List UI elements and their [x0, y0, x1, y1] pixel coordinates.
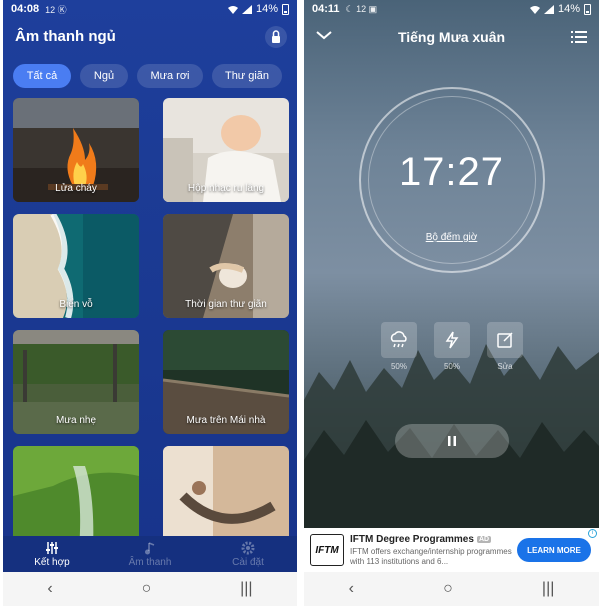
learn-more-button[interactable]: LEARN MORE [517, 538, 591, 562]
music-note-icon [145, 541, 155, 554]
sound-card-music-box[interactable]: Hộp nhạc ru lâng [163, 98, 289, 202]
status-notification-icons: 12 Ⓚ [45, 4, 67, 15]
status-time: 04:11 [312, 3, 340, 15]
battery-icon [584, 3, 591, 15]
lock-icon [272, 30, 280, 43]
system-navigation: ‹ ○ ||| [304, 572, 599, 606]
wifi-icon [529, 5, 540, 14]
status-time: 04:08 [11, 3, 40, 15]
edit-label: Sửa [497, 362, 513, 371]
ad-logo: IFTM [310, 534, 344, 566]
playlist-icon[interactable] [571, 30, 587, 44]
sound-card-label: Thời gian thư giãn [185, 299, 267, 310]
sound-card-sea[interactable]: Biển vỗ [13, 214, 139, 318]
thunder-volume-button[interactable] [434, 322, 470, 358]
pause-button[interactable] [395, 424, 509, 458]
recents-icon[interactable]: ||| [240, 580, 252, 598]
sound-title: Tiếng Mưa xuân [397, 29, 506, 45]
thunder-volume-label: 50% [443, 362, 460, 371]
sound-card-waterfall[interactable] [13, 446, 139, 550]
category-chips: Tất cả Ngủ Mưa rơi Thư giãn [13, 64, 293, 88]
sound-card-label: Mưa nhẹ [55, 415, 97, 426]
waterfall-image [13, 446, 139, 550]
page-title: Âm thanh ngủ [15, 28, 116, 45]
signal-icon [543, 4, 554, 14]
ad-title-text: IFTM Degree Programmes [350, 534, 474, 545]
home-icon[interactable]: ○ [142, 580, 152, 598]
rain-volume-button[interactable] [381, 322, 417, 358]
pause-icon [448, 436, 456, 446]
rain-volume-label: 50% [390, 362, 407, 371]
chip-rain[interactable]: Mưa rơi [137, 64, 203, 88]
ad-title: IFTM Degree Programmes AD [350, 534, 492, 545]
nav-label: Âm thanh [128, 556, 172, 568]
nav-label: Kết hợp [34, 556, 70, 568]
gear-icon [241, 541, 255, 554]
ad-badge: AD [476, 535, 492, 543]
battery-icon [282, 3, 289, 15]
sliders-icon [46, 541, 58, 554]
ad-info-icon[interactable]: i [588, 529, 597, 538]
chip-all[interactable]: Tất cả [13, 64, 71, 88]
status-bar: 04:11 ☾ 12 ▣ 14% [304, 0, 599, 18]
sound-card-hammock[interactable] [163, 446, 289, 550]
status-notification-icons: ☾ 12 ▣ [345, 3, 378, 14]
player-screen: 04:11 ☾ 12 ▣ 14% Tiếng Mưa xuân 17:27 Bộ… [304, 0, 599, 606]
sound-card-light-rain[interactable]: Mưa nhẹ [13, 330, 139, 434]
wifi-icon [227, 5, 238, 14]
sound-card-label: Hộp nhạc ru lâng [187, 183, 265, 194]
system-navigation: ‹ ○ ||| [3, 572, 297, 606]
back-icon[interactable]: ‹ [349, 580, 354, 598]
clock-display: 17:27 [398, 150, 505, 194]
chip-relax[interactable]: Thư giãn [212, 64, 282, 88]
status-bar: 04:08 12 Ⓚ 14% [3, 0, 297, 18]
ad-description: IFTM offers exchange/internship programm… [350, 547, 512, 566]
recents-icon[interactable]: ||| [542, 580, 554, 598]
sound-card-rain-on-roof[interactable]: Mưa trên Mái nhà [163, 330, 289, 434]
sound-card-label: Lửa cháy [55, 183, 97, 194]
sound-card-label: Mưa trên Mái nhà [186, 415, 266, 426]
battery-percent: 14% [557, 3, 580, 15]
nav-settings[interactable]: Cài đặt [199, 536, 297, 572]
signal-icon [241, 4, 252, 14]
back-icon[interactable]: ‹ [47, 580, 52, 598]
sound-card-fire[interactable]: Lửa cháy [13, 98, 139, 202]
edit-button[interactable] [487, 322, 523, 358]
lock-button[interactable] [265, 26, 287, 48]
timer-link[interactable]: Bộ đếm giờ [304, 232, 599, 243]
hammock-image [163, 446, 289, 550]
nav-mix[interactable]: Kết hợp [3, 536, 101, 572]
chip-sleep[interactable]: Ngủ [80, 64, 128, 88]
edit-icon [497, 332, 513, 348]
sound-card-label: Biển vỗ [59, 299, 93, 310]
ad-banner[interactable]: IFTM IFTM Degree Programmes AD IFTM offer… [304, 528, 599, 572]
nav-sounds[interactable]: Âm thanh [101, 536, 199, 572]
nav-label: Cài đặt [232, 556, 264, 568]
sleep-sounds-screen: 04:08 12 Ⓚ 14% Âm thanh ngủ Tất cả Ngủ M… [3, 0, 297, 606]
sound-card-relax-time[interactable]: Thời gian thư giãn [163, 214, 289, 318]
rain-cloud-icon [390, 331, 407, 348]
home-icon[interactable]: ○ [443, 580, 453, 598]
thunder-icon [445, 331, 459, 349]
battery-percent: 14% [255, 3, 278, 15]
bottom-navigation: Kết hợp Âm thanh Cài đặt [3, 536, 297, 572]
